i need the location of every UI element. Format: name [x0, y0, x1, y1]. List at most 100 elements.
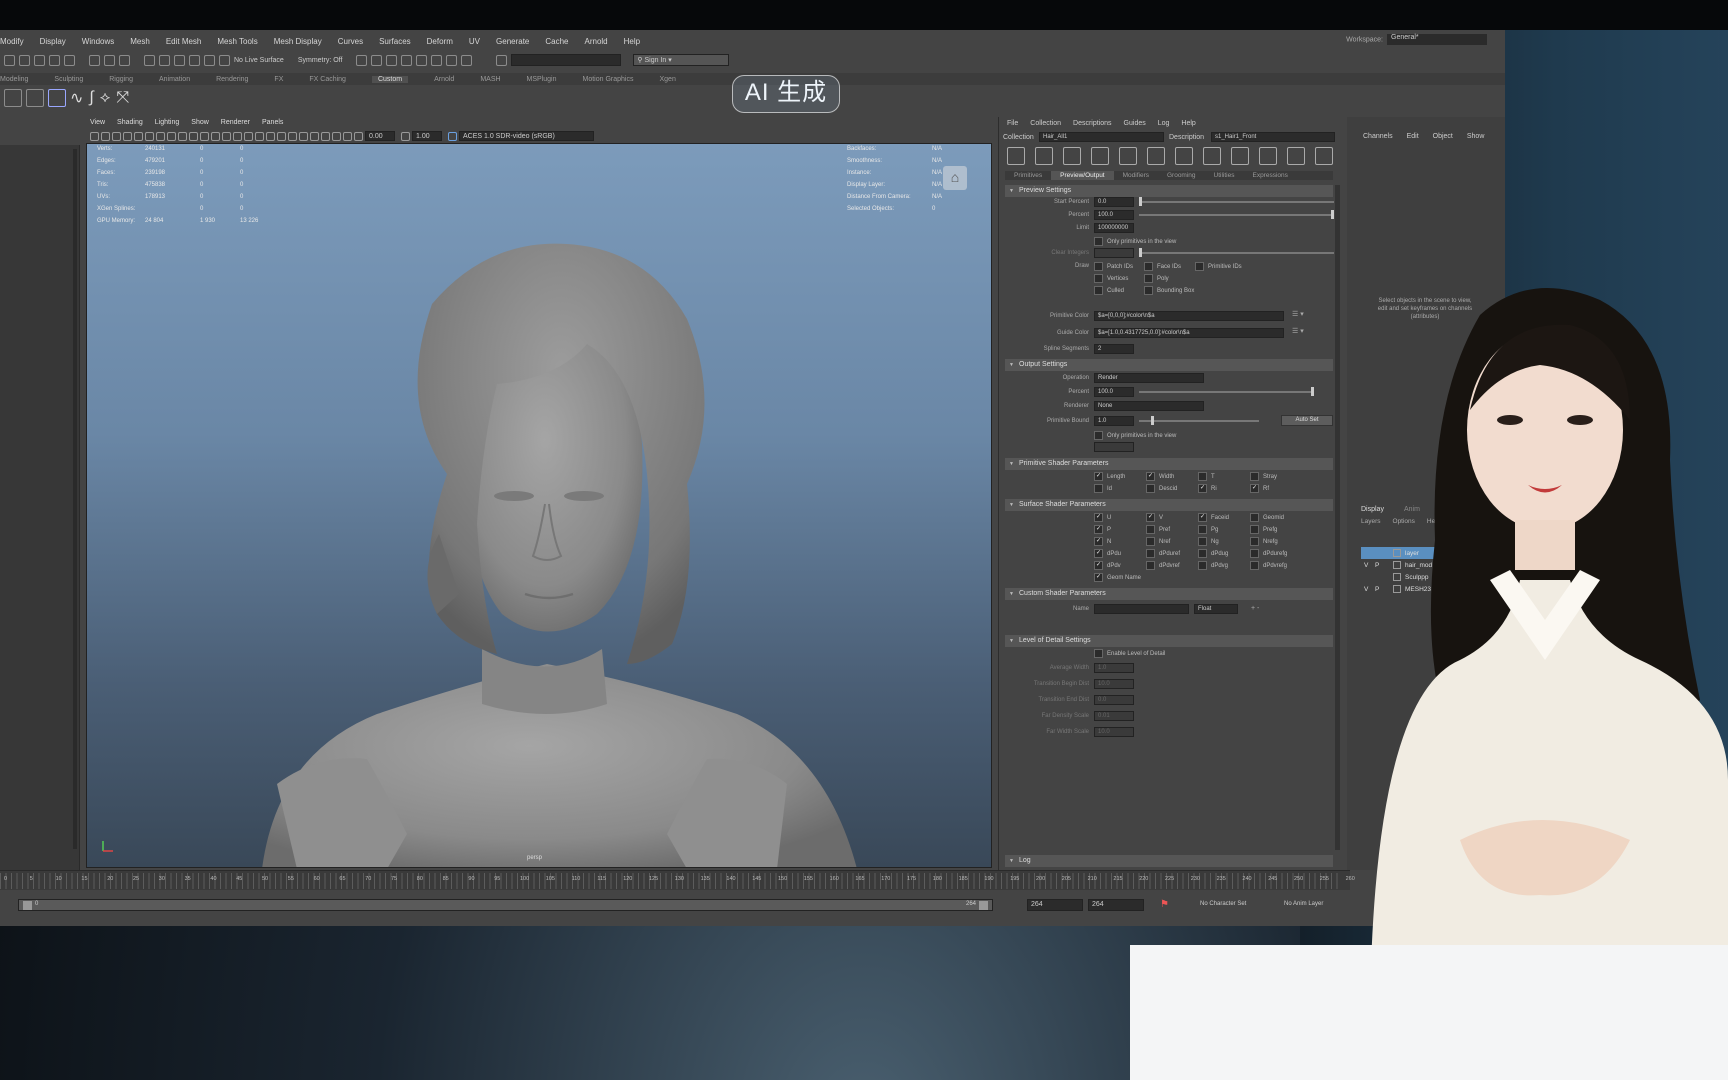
surface-shader-checkbox[interactable]: dPdvrefg: [1250, 561, 1287, 570]
xray-components-icon[interactable]: [343, 131, 352, 141]
3d-viewport[interactable]: Verts: 240131 0 0 Edges: 479201 0 0 Faces: 239198…: [86, 143, 992, 868]
prim-shader-checkbox[interactable]: Id: [1094, 484, 1112, 493]
snap-grid-icon[interactable]: [144, 54, 155, 66]
surface-shader-checkbox[interactable]: dPdu: [1094, 549, 1121, 558]
surface-shader-section[interactable]: Surface Shader Parameters: [1005, 499, 1333, 511]
textured-icon[interactable]: [244, 131, 253, 141]
only-prims-output-checkbox[interactable]: Only primitives in the view: [1094, 431, 1176, 440]
workspace-value[interactable]: General*: [1387, 34, 1487, 45]
xgen-tab-modifiers[interactable]: Modifiers: [1114, 171, 1158, 180]
gamma-field[interactable]: 1.00: [412, 131, 442, 141]
wireframe-icon[interactable]: [211, 131, 220, 141]
cut-icon[interactable]: [1175, 147, 1193, 165]
gamma-icon[interactable]: [401, 131, 410, 141]
surface-shader-checkbox[interactable]: dPduref: [1146, 549, 1180, 558]
viewport-menu-show[interactable]: Show: [191, 119, 209, 126]
safe-action-icon[interactable]: [189, 131, 198, 141]
value-field[interactable]: 10.0: [1094, 679, 1134, 689]
surface-shader-checkbox[interactable]: dPdug: [1198, 549, 1228, 558]
snap-view-icon[interactable]: [189, 54, 200, 66]
surface-shader-checkbox[interactable]: Pg: [1198, 525, 1218, 534]
surface-shader-checkbox[interactable]: V: [1146, 513, 1163, 522]
menu-deform[interactable]: Deform: [427, 37, 453, 46]
motion-blur-icon[interactable]: [288, 131, 297, 141]
shelf-tab-arnold[interactable]: Arnold: [434, 76, 454, 83]
grid-icon[interactable]: [134, 131, 143, 141]
prim-shader-checkbox[interactable]: Width: [1146, 472, 1174, 481]
wireframe-on-shaded-icon[interactable]: [233, 131, 242, 141]
safe-title-icon[interactable]: [200, 131, 209, 141]
time-slider[interactable]: 0 5 10 15 20 25 30 35 40 45 50 55 60 65 70 75 80 85 90 95 10…: [0, 870, 1355, 890]
slider-track[interactable]: [1139, 252, 1334, 254]
xgen-menu-descriptions[interactable]: Descriptions: [1073, 120, 1112, 127]
channel-menu-object[interactable]: Object: [1433, 133, 1453, 140]
range-start-handle[interactable]: [23, 901, 32, 910]
shelf-tab-animation[interactable]: Animation: [159, 76, 190, 83]
menu-windows[interactable]: Windows: [82, 37, 114, 46]
viewport-menu-view[interactable]: View: [90, 119, 105, 126]
new-scene-icon[interactable]: [4, 54, 15, 66]
surface-shader-checkbox[interactable]: dPdvref: [1146, 561, 1180, 570]
create-description-icon[interactable]: [1007, 147, 1025, 165]
menu-uv[interactable]: UV: [469, 37, 480, 46]
redo-icon[interactable]: [64, 54, 75, 66]
select-object-icon[interactable]: [104, 54, 115, 66]
surface-shader-checkbox[interactable]: Geom Name: [1094, 573, 1141, 582]
outliner-scrollbar[interactable]: [73, 149, 77, 849]
guides-icon[interactable]: [1035, 147, 1053, 165]
shelf-tab-mash[interactable]: MASH: [480, 76, 500, 83]
add-guide-icon[interactable]: [1091, 147, 1109, 165]
comb-icon[interactable]: [1147, 147, 1165, 165]
preview-settings-section[interactable]: Preview Settings: [1005, 185, 1333, 197]
undo-icon[interactable]: [49, 54, 60, 66]
surface-shader-checkbox[interactable]: dPdurefg: [1250, 549, 1287, 558]
value-field[interactable]: 0.0: [1094, 197, 1134, 207]
viewport-menu-renderer[interactable]: Renderer: [221, 119, 250, 126]
output-settings-section[interactable]: Output Settings: [1005, 359, 1333, 371]
draw-option-checkbox[interactable]: Bounding Box: [1144, 286, 1194, 295]
auto-set-button[interactable]: Auto Set: [1281, 415, 1333, 426]
menu-curves[interactable]: Curves: [338, 37, 363, 46]
lights-icon[interactable]: [255, 131, 264, 141]
select-hierarchy-icon[interactable]: [89, 54, 100, 66]
xgen-menu-collection[interactable]: Collection: [1030, 120, 1061, 127]
sign-in-button[interactable]: ⚲ Sign In ▾: [633, 54, 730, 66]
menu-modify[interactable]: Modify: [0, 37, 24, 46]
draw-option-checkbox[interactable]: Face IDs: [1144, 262, 1181, 271]
prim-shader-checkbox[interactable]: Descid: [1146, 484, 1177, 493]
snap-curve-icon[interactable]: [159, 54, 170, 66]
slider-handle[interactable]: [1311, 387, 1314, 396]
shelf-tab-rigging[interactable]: Rigging: [109, 76, 133, 83]
bind-icon[interactable]: [1119, 147, 1137, 165]
xgen-tab-utilities[interactable]: Utilities: [1205, 171, 1244, 180]
prim-shader-checkbox[interactable]: Stray: [1250, 472, 1277, 481]
shelf-transform-icon[interactable]: ⤧: [116, 89, 129, 107]
clump-icon[interactable]: [1231, 147, 1249, 165]
surface-shader-checkbox[interactable]: Ng: [1198, 537, 1219, 546]
draw-option-checkbox[interactable]: Poly: [1144, 274, 1169, 283]
xgen-tab-expressions[interactable]: Expressions: [1243, 171, 1296, 180]
prim-shader-checkbox[interactable]: Ri: [1198, 484, 1217, 493]
render-setup-icon[interactable]: [431, 54, 443, 66]
menu-cache[interactable]: Cache: [545, 37, 568, 46]
pause-icon[interactable]: [461, 54, 473, 66]
xgen-tab-primitives[interactable]: Primitives: [1005, 171, 1051, 180]
slider-track[interactable]: [1139, 201, 1334, 203]
shelf-tab-xgen[interactable]: Xgen: [659, 76, 675, 83]
value-field[interactable]: 1.0: [1094, 663, 1134, 673]
select-component-icon[interactable]: [119, 54, 130, 66]
anim-layer-dropdown[interactable]: No Anim Layer: [1284, 901, 1323, 907]
surface-shader-checkbox[interactable]: U: [1094, 513, 1111, 522]
log-section[interactable]: Log: [1005, 855, 1333, 867]
slider-handle[interactable]: [1331, 210, 1334, 219]
channel-menu-channels[interactable]: Channels: [1363, 133, 1393, 140]
ao-icon[interactable]: [277, 131, 286, 141]
flip-icon[interactable]: [1287, 147, 1305, 165]
menu-mesh-display[interactable]: Mesh Display: [274, 37, 322, 46]
viewport-menu-lighting[interactable]: Lighting: [155, 119, 180, 126]
exposure-field[interactable]: 0.00: [365, 131, 395, 141]
enable-lod-checkbox[interactable]: Enable Level of Detail: [1094, 649, 1165, 658]
viewport-menu-panels[interactable]: Panels: [262, 119, 283, 126]
surface-shader-checkbox[interactable]: dPdvg: [1198, 561, 1228, 570]
playback-end-field[interactable]: 264: [1088, 899, 1144, 911]
